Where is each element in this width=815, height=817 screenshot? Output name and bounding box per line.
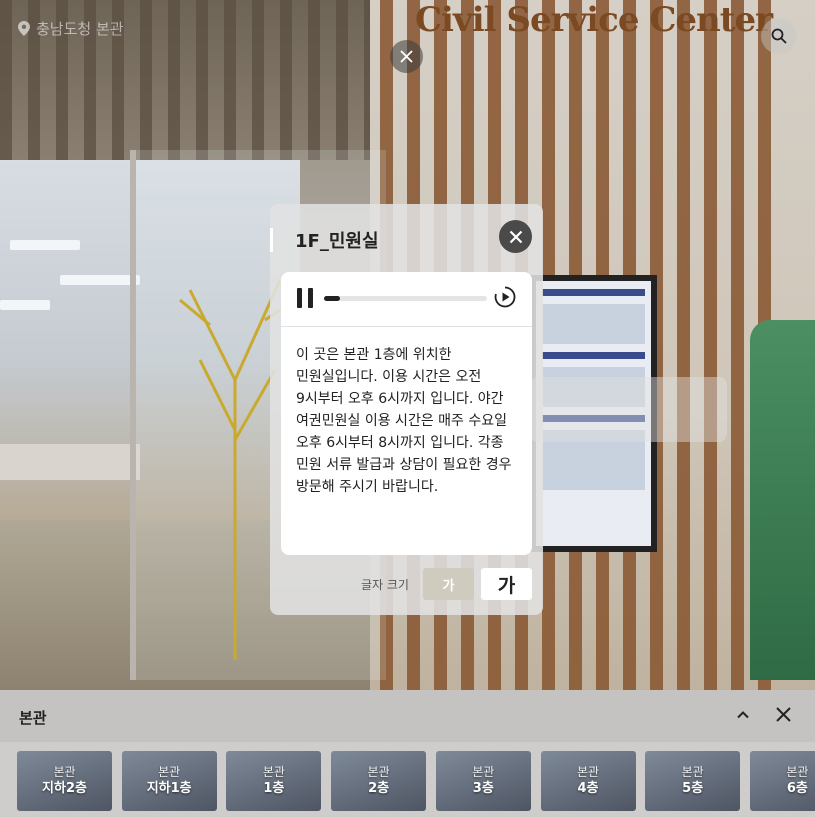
thumbnail-building: 본관	[681, 765, 704, 779]
thumbnail-building: 본관	[53, 765, 76, 779]
description-card: 이 곳은 본관 1층에 위치한 민원실입니다. 이용 시간은 오전 9시부터 오…	[281, 272, 532, 555]
title-accent	[270, 228, 273, 252]
description-text: 이 곳은 본관 1층에 위치한 민원실입니다. 이용 시간은 오전 9시부터 오…	[296, 347, 512, 495]
kiosk	[750, 320, 815, 680]
floor-thumbnail[interactable]: 본관지하2층	[17, 751, 112, 811]
floor-thumbnail[interactable]: 본관 6층	[749, 751, 815, 811]
thumbnail-floor: 6층	[786, 781, 808, 796]
thumbnail-building: 본관	[367, 765, 390, 779]
font-size-label: 글자 크기	[361, 578, 409, 592]
search-button[interactable]	[761, 18, 797, 54]
floor-thumbnail[interactable]: 본관 5층	[645, 751, 741, 811]
location-text: 충남도청 본관	[36, 20, 124, 38]
floor-thumbnail-list: 본관 지하2층 본관 지하1층 본관 1층 본관 2층 본관 3층 본관 4층 본관 5층 본관 6층	[0, 742, 815, 817]
close-icon[interactable]	[775, 706, 792, 723]
thumbnail-floor: 지하2층	[42, 781, 87, 796]
floor-thumbnail[interactable]: 본관 1층	[226, 751, 322, 811]
font-size-small-button[interactable]: 가	[423, 568, 474, 600]
thumbnail-building: 본관	[262, 765, 285, 779]
hotspot-close-button[interactable]	[390, 40, 423, 73]
floor-thumbnail[interactable]: 본관 3층	[435, 751, 531, 811]
thumbnail-building: 본관	[576, 765, 600, 779]
floor-bar-title: 본관	[19, 709, 47, 727]
thumbnail-floor: 2층	[368, 781, 390, 796]
thumbnail-floor: 4층	[577, 781, 599, 796]
floor-thumbnail[interactable]: 본관 4층	[540, 751, 636, 811]
close-icon	[400, 50, 413, 63]
background-panel	[530, 377, 727, 442]
info-modal: 1F_민원실 이 곳은 본관 1층에 위치한 민원실입니다. 이용 시간은 오전…	[270, 204, 543, 615]
pause-button[interactable]	[297, 288, 313, 308]
thumbnail-floor: 3층	[472, 781, 494, 796]
thumbnail-floor: 5층	[682, 781, 704, 796]
modal-close-button[interactable]	[499, 220, 532, 253]
audio-player	[281, 272, 532, 327]
thumbnail-building: 본관	[786, 765, 809, 779]
modal-title: 1F_민원실	[295, 231, 379, 252]
chevron-up-icon[interactable]	[735, 707, 751, 723]
floor-thumbnail[interactable]: 본관 2층	[331, 751, 427, 811]
play-circle-icon[interactable]	[494, 286, 516, 308]
audio-progress-bar[interactable]	[324, 296, 487, 301]
floor-bar: 본관	[0, 690, 815, 742]
thumbnail-building: 본관	[158, 765, 181, 779]
audio-progress-fill	[324, 296, 341, 301]
close-icon	[509, 230, 522, 243]
floor-thumbnail[interactable]: 본관지하1층	[121, 751, 217, 811]
location-pin-icon	[18, 21, 30, 36]
thumbnail-building: 본관	[472, 765, 495, 779]
search-icon	[771, 28, 787, 44]
location-label: 충남도청 본관	[18, 18, 124, 39]
civil-service-sign: Civil Service Center	[415, 0, 773, 40]
thumbnail-floor: 1층	[263, 781, 285, 796]
pause-icon	[297, 288, 302, 308]
thumbnail-floor: 지하1층	[146, 781, 192, 796]
font-size-large-button[interactable]: 가	[481, 568, 532, 600]
